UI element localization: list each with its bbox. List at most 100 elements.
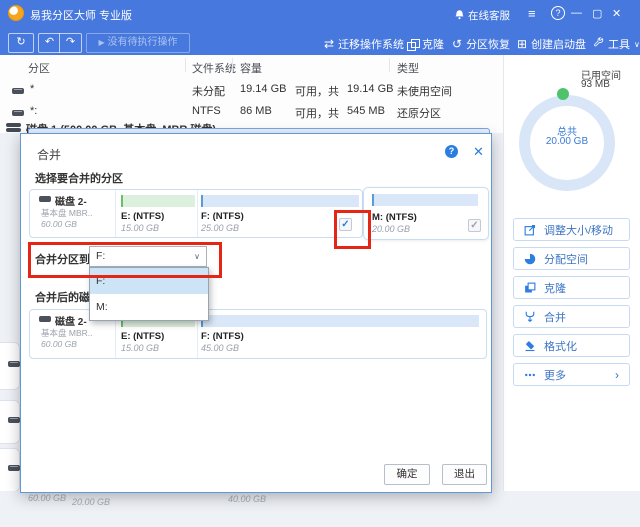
sidebar-button-format[interactable]: 格式化 (513, 334, 630, 357)
source-partition-M[interactable]: M: (NTFS) 20.00 GB ✓ (363, 187, 489, 240)
sidebar-button-label: 克隆 (544, 282, 566, 295)
disk-stack-icon (6, 123, 21, 132)
row-capacity-used: 19.14 GB (240, 83, 287, 95)
more-dots-icon (525, 373, 535, 376)
col-header-filesystem: 文件系统 (192, 63, 236, 75)
dialog-help-icon[interactable]: ? (445, 145, 458, 158)
sidebar-button-allocate-space[interactable]: 分配空间 (513, 247, 630, 270)
background-size-label: 60.00 GB (28, 493, 67, 503)
play-icon: ▶ (98, 38, 105, 47)
sidebar-button-label: 分配空间 (544, 253, 588, 266)
toolbar-migrate-os[interactable]: ⇄ 迁移操作系统 (324, 36, 404, 52)
migrate-os-icon: ⇄ (324, 37, 335, 51)
app-logo-icon (8, 5, 24, 21)
window-title: 易我分区大师 专业版 (30, 10, 133, 22)
close-button[interactable]: ✕ (612, 7, 621, 20)
sidebar-button-more[interactable]: 更多 › (513, 363, 630, 386)
bell-icon[interactable] (454, 8, 465, 26)
row-capacity-mid: 可用，共 (295, 86, 339, 98)
minimize-button[interactable]: — (571, 7, 582, 19)
partition-label: E: (NTFS) (121, 331, 165, 342)
dropdown-option-M[interactable]: M: (90, 294, 208, 320)
result-disk-size: 60.00 GB (41, 339, 77, 349)
used-space-dot (557, 88, 569, 100)
sidebar: 已用空间 93 MB 总共 20.00 GB 调整大小/移动 分配空间 克隆 合… (503, 55, 640, 491)
dialog-title: 合并 (37, 148, 62, 162)
disk-icon (39, 316, 51, 322)
toolbar-create-boot-disk[interactable]: ⊞ 创建启动盘 (517, 36, 586, 52)
ok-button[interactable]: 确定 (384, 464, 430, 485)
row-type: 还原分区 (397, 108, 441, 120)
toolbar-tools[interactable]: 工具 ∨ (593, 36, 640, 52)
create-boot-disk-icon: ⊞ (517, 37, 528, 51)
partition-checkbox-M[interactable]: ✓ (468, 219, 481, 232)
donut-total-value: 20.00 GB (545, 136, 589, 147)
sidebar-button-merge[interactable]: 合并 (513, 305, 630, 328)
partition-bar-primary (201, 195, 359, 207)
background-size-label: 40.00 GB (228, 494, 267, 504)
background-size-label: 20.00 GB (72, 497, 111, 507)
pending-operations-label: 没有待执行操作 (107, 37, 178, 48)
row-capacity-used: 86 MB (240, 105, 272, 117)
maximize-button[interactable]: ▢ (592, 7, 602, 20)
toolbar-clone[interactable]: 克隆 (407, 36, 444, 52)
result-disk-name: 磁盘 2- (55, 317, 87, 328)
chevron-down-icon: ∨ (634, 39, 640, 49)
online-service-button[interactable]: 在线客服 (468, 8, 510, 23)
partition-label: M: (NTFS) (372, 212, 417, 223)
sidebar-button-clone[interactable]: 克隆 (513, 276, 630, 299)
row-partition-name: * (30, 83, 35, 95)
merge-dialog: 合并 ? ✕ 选择要合并的分区 磁盘 2- 基本盘 MBR.. 60.00 GB… (20, 133, 492, 493)
dialog-close-icon[interactable]: ✕ (473, 145, 484, 158)
source-disk-size: 60.00 GB (41, 219, 77, 229)
allocate-space-icon (524, 253, 536, 264)
toolbar-partition-recovery[interactable]: ↺ 分区恢复 (452, 36, 510, 52)
result-disk-kind: 基本盘 MBR.. (41, 328, 93, 338)
partition-label: F: (NTFS) (201, 211, 244, 222)
clone-icon (525, 282, 536, 292)
background-disk-box (0, 448, 20, 492)
row-type: 未使用空间 (397, 86, 452, 98)
used-space-value: 93 MB (581, 79, 610, 90)
sidebar-button-resize-move[interactable]: 调整大小/移动 (513, 218, 630, 241)
source-disk-name: 磁盘 2- (55, 197, 87, 208)
source-disk-kind: 基本盘 MBR.. (41, 208, 93, 218)
help-icon[interactable]: ? (551, 6, 565, 20)
row-partition-name: *: (30, 105, 38, 117)
partition-size: 25.00 GB (201, 223, 240, 233)
disk-icon (39, 196, 51, 202)
partition-size: 45.00 GB (201, 343, 240, 353)
tools-wrench-icon (593, 37, 604, 51)
background-disk-box (0, 342, 20, 390)
undo-button[interactable]: ↶ (38, 33, 60, 53)
col-header-type: 类型 (397, 63, 419, 75)
col-header-capacity: 容量 (240, 63, 262, 75)
app-window: 易我分区大师 专业版 在线客服 ≡ ? — ▢ ✕ ↻ ↶ ↷ ▶ 没有待执行操… (0, 0, 640, 527)
toolbar-partition-recovery-label: 分区恢复 (466, 39, 511, 51)
pending-operations-button[interactable]: ▶ 没有待执行操作 (86, 33, 190, 53)
sidebar-button-label: 格式化 (544, 340, 577, 353)
toolbar-migrate-os-label: 迁移操作系统 (338, 39, 405, 51)
partition-size: 20.00 GB (372, 224, 411, 234)
sidebar-button-label: 调整大小/移动 (544, 224, 614, 237)
exit-button[interactable]: 退出 (442, 464, 487, 485)
resize-move-icon (524, 224, 536, 235)
chevron-right-icon: › (615, 367, 619, 382)
partition-size: 15.00 GB (121, 223, 160, 233)
operation-list-icon[interactable]: ≡ (528, 6, 536, 21)
disk-icon (12, 88, 24, 94)
partition-label: E: (NTFS) (121, 211, 165, 222)
partition-bar-primary (201, 315, 479, 327)
sidebar-button-label: 更多 (544, 369, 566, 382)
partition-recovery-icon: ↺ (452, 37, 463, 51)
background-disk-box (0, 400, 20, 444)
merge-icon (525, 311, 535, 322)
disk-icon (12, 110, 24, 116)
row-capacity-total: 545 MB (347, 105, 385, 117)
refresh-button[interactable]: ↻ (8, 33, 34, 53)
row-capacity-total: 19.14 GB (347, 83, 394, 95)
col-header-partition: 分区 (28, 63, 50, 75)
redo-button[interactable]: ↷ (59, 33, 82, 53)
row-capacity-mid: 可用，共 (295, 108, 339, 120)
clone-icon (407, 38, 420, 51)
